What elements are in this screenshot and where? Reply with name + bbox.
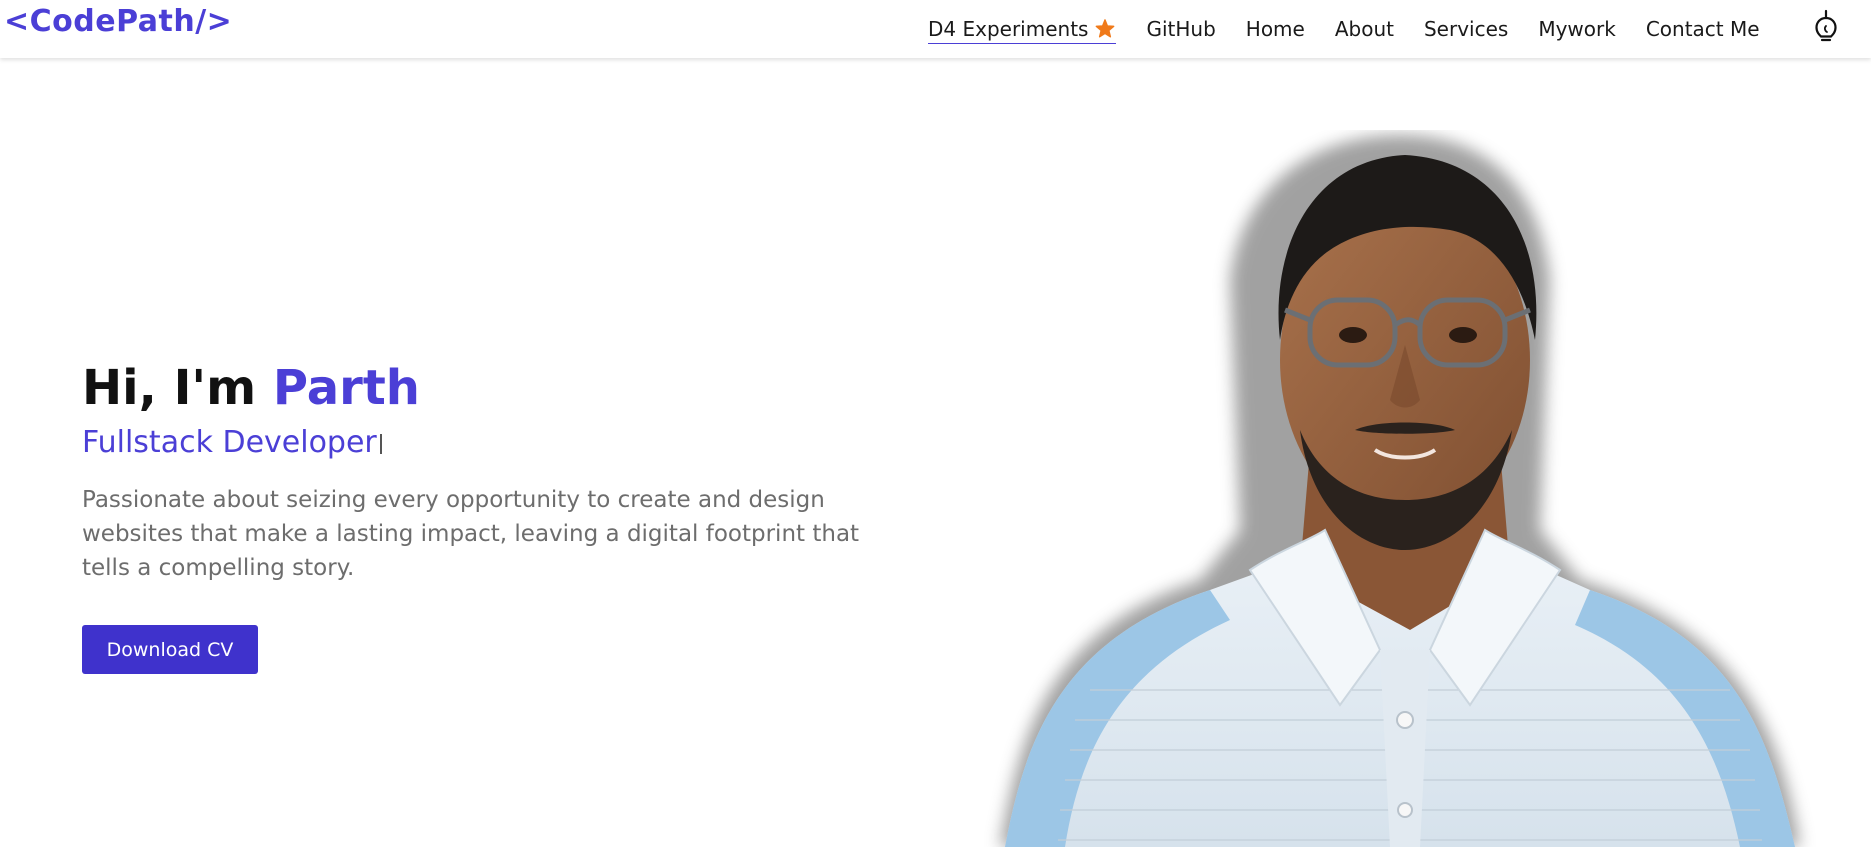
profile-photo: [1000, 135, 1800, 847]
download-cv-button[interactable]: Download CV: [82, 625, 258, 674]
hero-heading: Hi, I'm Parth: [82, 356, 420, 420]
hero-role: Fullstack Developer: [82, 420, 382, 466]
star-icon: [1096, 18, 1115, 37]
nav-item-github[interactable]: GitHub: [1146, 14, 1215, 44]
nav-item-contact-me[interactable]: Contact Me: [1646, 14, 1760, 44]
site-header: <CodePath/> D4 Experiments GitHub Home A…: [0, 0, 1871, 58]
lightbulb-icon[interactable]: [1811, 8, 1841, 44]
typed-role-text: Fullstack Developer: [82, 425, 377, 460]
nav-item-home[interactable]: Home: [1246, 14, 1305, 44]
hero-greeting: Hi, I'm: [82, 360, 273, 416]
main-nav: D4 Experiments GitHub Home About Service…: [928, 12, 1790, 46]
hero-name: Parth: [272, 360, 420, 416]
nav-item-services[interactable]: Services: [1424, 14, 1508, 44]
hero-description: Passionate about seizing every opportuni…: [82, 487, 860, 581]
typing-cursor: [379, 434, 382, 454]
nav-item-d4-experiments[interactable]: D4 Experiments: [928, 15, 1117, 44]
site-logo[interactable]: <CodePath/>: [4, 0, 232, 44]
nav-item-mywork[interactable]: Mywork: [1538, 14, 1616, 44]
nav-item-about[interactable]: About: [1335, 14, 1394, 44]
nav-item-label: D4 Experiments: [928, 16, 1089, 41]
